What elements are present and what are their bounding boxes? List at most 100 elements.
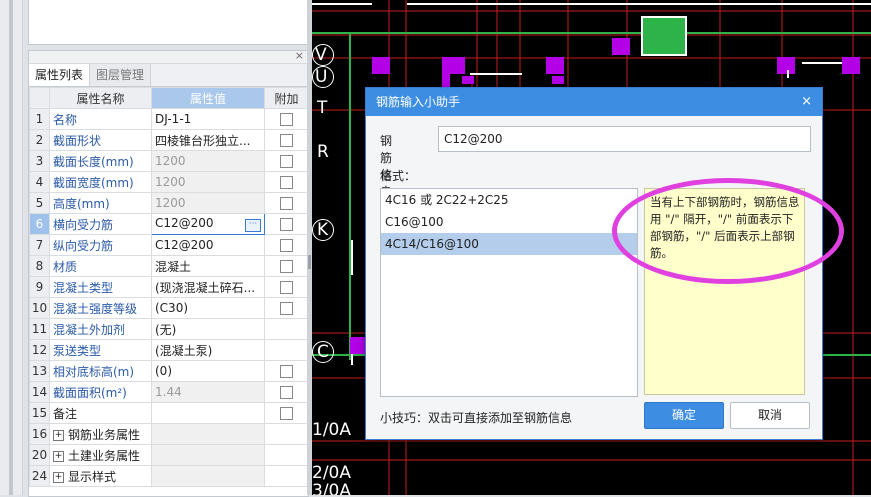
left-scroll-track[interactable] <box>9 0 13 495</box>
property-value[interactable]: 1200 <box>151 192 265 214</box>
property-name[interactable]: + 土建业务属性 <box>49 444 152 466</box>
property-row[interactable]: 7 纵向受力筋 C12@200 <box>29 234 309 256</box>
additional-cell <box>264 234 309 256</box>
property-row[interactable]: 14 截面面积(m²) 1.44 <box>29 381 309 403</box>
highlight-annotation-ellipse <box>612 178 844 284</box>
property-row[interactable]: 13 相对底标高(m) (0) <box>29 360 309 382</box>
additional-checkbox[interactable] <box>280 239 293 252</box>
additional-cell <box>264 318 309 340</box>
rebar-info-input[interactable]: C12@200 <box>438 126 811 152</box>
property-row[interactable]: 1 名称 DJ-1-1 <box>29 108 309 130</box>
property-name[interactable]: + 钢筋业务属性 <box>49 423 152 445</box>
additional-checkbox[interactable] <box>280 260 293 273</box>
header-additional: 附加 <box>264 87 309 109</box>
format-list[interactable]: 4C16 或 2C22+2C25 C16@100 4C14/C16@100 <box>380 188 638 397</box>
expand-icon[interactable]: + <box>53 471 64 483</box>
property-row[interactable]: 9 混凝土类型 (现浇混凝土碎石... <box>29 276 309 298</box>
dialog-titlebar[interactable]: 钢筋输入小助手 × <box>366 88 822 116</box>
additional-checkbox[interactable] <box>280 386 293 399</box>
property-name-text: 显示样式 <box>68 469 117 484</box>
additional-checkbox[interactable] <box>280 197 293 210</box>
panel-header: × <box>29 49 308 64</box>
property-value-text: 1200 <box>155 175 186 189</box>
property-row[interactable]: 20 + 土建业务属性 <box>29 444 309 466</box>
property-row[interactable]: 8 材质 混凝土 <box>29 255 309 277</box>
additional-checkbox[interactable] <box>280 407 293 420</box>
property-row[interactable]: 6 横向受力筋 C12@200 ··· <box>29 213 309 235</box>
property-value[interactable]: C12@200 ··· <box>151 213 265 235</box>
tip-text: 小技巧：双击可直接添加至钢筋信息 <box>380 411 573 425</box>
ok-button[interactable]: 确定 <box>644 402 724 429</box>
additional-checkbox[interactable] <box>280 155 293 168</box>
property-value[interactable]: (0) <box>151 360 265 382</box>
property-value[interactable]: DJ-1-1 <box>151 108 265 130</box>
cancel-button[interactable]: 取消 <box>730 402 810 429</box>
format-list-item[interactable]: C16@100 <box>381 211 637 233</box>
additional-cell <box>264 255 309 277</box>
property-value[interactable]: (C30) <box>151 297 265 319</box>
format-list-item[interactable]: 4C16 或 2C22+2C25 <box>381 189 637 211</box>
property-row[interactable]: 16 + 钢筋业务属性 <box>29 423 309 445</box>
additional-cell <box>264 402 309 424</box>
additional-checkbox[interactable] <box>280 176 293 189</box>
property-value[interactable]: 1.44 <box>151 381 265 403</box>
property-panel: × 属性列表 图层管理 属性名称 属性值 附加 1 名称 DJ-1-1 2 截面形状 四棱… <box>28 49 309 497</box>
property-row[interactable]: 10 混凝土强度等级 (C30) <box>29 297 309 319</box>
property-row[interactable]: 12 泵送类型 (混凝土泵) <box>29 339 309 361</box>
tab-property-list[interactable]: 属性列表 <box>29 64 91 86</box>
additional-checkbox[interactable] <box>280 281 293 294</box>
property-value[interactable]: (现浇混凝土碎石... <box>151 276 265 298</box>
property-name-text: 横向受力筋 <box>53 217 114 232</box>
row-number: 10 <box>29 297 50 319</box>
property-row[interactable]: 15 备注 <box>29 402 309 424</box>
additional-checkbox[interactable] <box>280 113 293 126</box>
additional-cell <box>264 360 309 382</box>
panel-close-icon[interactable]: × <box>295 49 304 62</box>
additional-cell <box>264 465 309 487</box>
property-value[interactable] <box>151 465 265 487</box>
additional-checkbox[interactable] <box>280 302 293 315</box>
property-value-text: (0) <box>155 364 172 378</box>
tab-layer-management[interactable]: 图层管理 <box>90 64 152 86</box>
splitter-handle[interactable] <box>308 255 311 269</box>
additional-checkbox[interactable] <box>280 134 293 147</box>
property-value[interactable]: 混凝土 <box>151 255 265 277</box>
dialog-close-icon[interactable]: × <box>801 88 812 116</box>
expand-icon[interactable]: + <box>53 450 64 462</box>
additional-checkbox[interactable] <box>280 365 293 378</box>
property-name[interactable]: + 显示样式 <box>49 465 152 487</box>
property-row[interactable]: 5 高度(mm) 1200 <box>29 192 309 214</box>
row-number: 1 <box>29 108 50 130</box>
ellipsis-button[interactable]: ··· <box>245 219 261 232</box>
format-list-item[interactable]: 4C14/C16@100 <box>381 233 637 255</box>
property-value-text: DJ-1-1 <box>155 112 192 126</box>
property-value[interactable] <box>151 402 265 424</box>
property-value[interactable]: (无) <box>151 318 265 340</box>
property-name: 横向受力筋 <box>49 213 152 235</box>
property-name: 备注 <box>49 402 152 424</box>
property-row[interactable]: 2 截面形状 四棱锥台形独立... <box>29 129 309 151</box>
property-name: 混凝土外加剂 <box>49 318 152 340</box>
property-row[interactable]: 3 截面长度(mm) 1200 <box>29 150 309 172</box>
property-name-text: 相对底标高(m) <box>53 364 135 379</box>
property-name: 泵送类型 <box>49 339 152 361</box>
property-value[interactable] <box>151 444 265 466</box>
property-value[interactable]: (混凝土泵) <box>151 339 265 361</box>
property-value-text: 1.44 <box>155 385 182 399</box>
expand-icon[interactable]: + <box>53 429 64 441</box>
row-number: 4 <box>29 171 50 193</box>
property-value[interactable]: C12@200 <box>151 234 265 256</box>
left-toolbar-strip <box>0 0 23 495</box>
property-value[interactable]: 1200 <box>151 171 265 193</box>
property-name: 纵向受力筋 <box>49 234 152 256</box>
property-row[interactable]: 11 混凝土外加剂 (无) <box>29 318 309 340</box>
property-row[interactable]: 4 截面宽度(mm) 1200 <box>29 171 309 193</box>
property-name-text: 截面宽度(mm) <box>53 175 134 190</box>
property-value[interactable]: 1200 <box>151 150 265 172</box>
property-row[interactable]: 24 + 显示样式 <box>29 465 309 487</box>
property-name-text: 名称 <box>53 112 78 127</box>
additional-checkbox[interactable] <box>280 218 293 231</box>
property-value[interactable] <box>151 423 265 445</box>
property-value[interactable]: 四棱锥台形独立... <box>151 129 265 151</box>
additional-cell <box>264 444 309 466</box>
